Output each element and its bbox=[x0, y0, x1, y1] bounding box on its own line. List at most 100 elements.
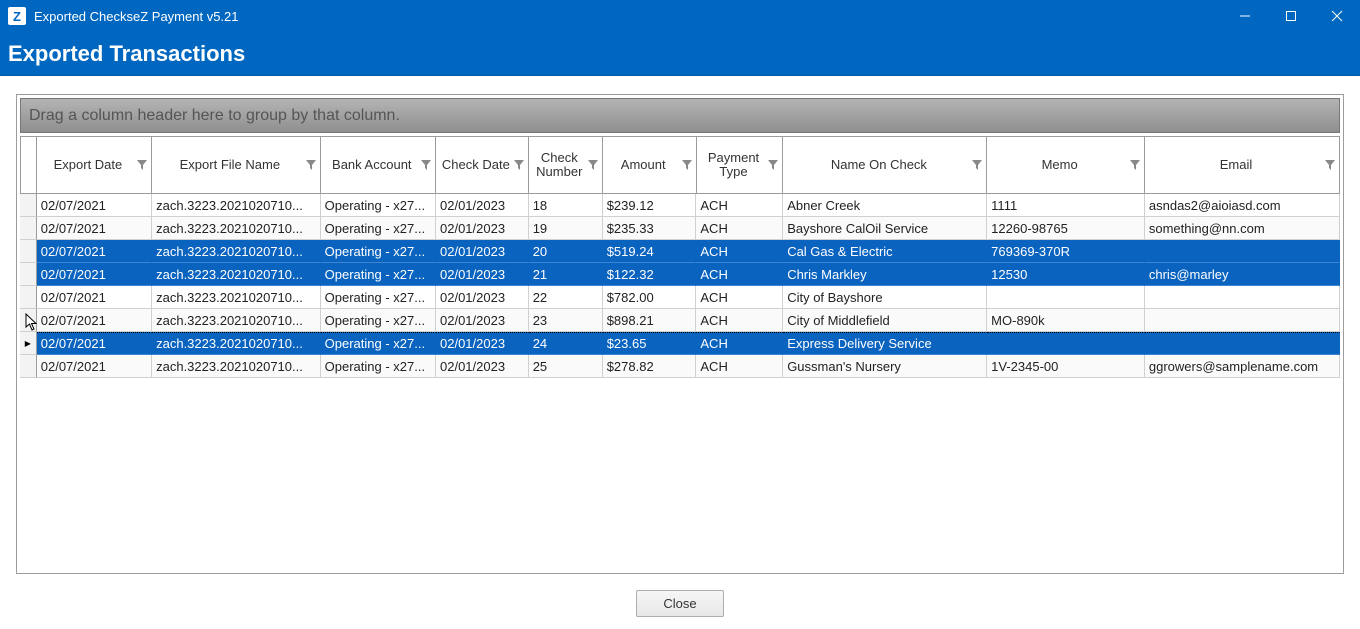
cell[interactable]: something@nn.com bbox=[1145, 217, 1340, 240]
row-indicator[interactable] bbox=[20, 309, 37, 332]
cell[interactable]: Operating - x27... bbox=[321, 240, 436, 263]
table-row[interactable]: 02/07/2021zach.3223.2021020710...Operati… bbox=[20, 194, 1340, 217]
cell[interactable]: ACH bbox=[696, 332, 783, 355]
col-email[interactable]: Email bbox=[1145, 136, 1340, 194]
cell[interactable]: City of Middlefield bbox=[783, 309, 987, 332]
cell[interactable]: 02/01/2023 bbox=[436, 240, 529, 263]
filter-icon[interactable] bbox=[971, 159, 983, 171]
cell[interactable]: $898.21 bbox=[603, 309, 697, 332]
filter-icon[interactable] bbox=[767, 159, 779, 171]
row-indicator[interactable] bbox=[20, 286, 37, 309]
cell[interactable]: 02/07/2021 bbox=[37, 194, 152, 217]
cell[interactable]: Gussman's Nursery bbox=[783, 355, 987, 378]
row-indicator[interactable] bbox=[20, 263, 37, 286]
col-check-number[interactable]: Check Number bbox=[529, 136, 603, 194]
cell[interactable]: 02/01/2023 bbox=[436, 332, 529, 355]
cell[interactable] bbox=[1145, 286, 1340, 309]
cell[interactable]: 1111 bbox=[987, 194, 1145, 217]
close-dialog-button[interactable]: Close bbox=[636, 590, 724, 617]
cell[interactable] bbox=[987, 332, 1145, 355]
cell[interactable]: asndas2@aioiasd.com bbox=[1145, 194, 1340, 217]
col-export-file-name[interactable]: Export File Name bbox=[152, 136, 320, 194]
cell[interactable] bbox=[1145, 309, 1340, 332]
cell[interactable]: $782.00 bbox=[603, 286, 697, 309]
cell[interactable]: 1V-2345-00 bbox=[987, 355, 1145, 378]
cell[interactable]: Operating - x27... bbox=[321, 263, 436, 286]
table-row[interactable]: 02/07/2021zach.3223.2021020710...Operati… bbox=[20, 309, 1340, 332]
col-export-date[interactable]: Export Date bbox=[37, 136, 152, 194]
cell[interactable]: Operating - x27... bbox=[321, 355, 436, 378]
filter-icon[interactable] bbox=[420, 159, 432, 171]
cell[interactable] bbox=[987, 286, 1145, 309]
cell[interactable]: Chris Markley bbox=[783, 263, 987, 286]
col-payment-type[interactable]: Payment Type bbox=[697, 136, 784, 194]
close-button[interactable] bbox=[1314, 0, 1360, 32]
col-bank-account[interactable]: Bank Account bbox=[321, 136, 436, 194]
cell[interactable]: 02/01/2023 bbox=[436, 286, 529, 309]
maximize-button[interactable] bbox=[1268, 0, 1314, 32]
table-row[interactable]: 02/07/2021zach.3223.2021020710...Operati… bbox=[20, 286, 1340, 309]
cell[interactable]: Operating - x27... bbox=[321, 286, 436, 309]
table-row[interactable]: 02/07/2021zach.3223.2021020710...Operati… bbox=[20, 240, 1340, 263]
cell[interactable]: $239.12 bbox=[603, 194, 697, 217]
cell[interactable]: zach.3223.2021020710... bbox=[152, 286, 321, 309]
cell[interactable]: ACH bbox=[696, 217, 783, 240]
cell[interactable]: Operating - x27... bbox=[321, 332, 436, 355]
cell[interactable]: 25 bbox=[529, 355, 603, 378]
cell[interactable]: zach.3223.2021020710... bbox=[152, 263, 321, 286]
cell[interactable]: Cal Gas & Electric bbox=[783, 240, 987, 263]
cell[interactable]: 02/07/2021 bbox=[37, 332, 152, 355]
cell[interactable]: zach.3223.2021020710... bbox=[152, 332, 321, 355]
cell[interactable]: $122.32 bbox=[603, 263, 697, 286]
cell[interactable] bbox=[1145, 240, 1340, 263]
cell[interactable]: 12260-98765 bbox=[987, 217, 1145, 240]
filter-icon[interactable] bbox=[305, 159, 317, 171]
filter-icon[interactable] bbox=[136, 159, 148, 171]
cell[interactable]: Bayshore CalOil Service bbox=[783, 217, 987, 240]
cell[interactable]: 18 bbox=[529, 194, 603, 217]
cell[interactable]: $235.33 bbox=[603, 217, 697, 240]
cell[interactable]: zach.3223.2021020710... bbox=[152, 355, 321, 378]
cell[interactable]: Operating - x27... bbox=[321, 309, 436, 332]
cell[interactable]: zach.3223.2021020710... bbox=[152, 240, 321, 263]
cell[interactable]: 02/01/2023 bbox=[436, 217, 529, 240]
cell[interactable]: zach.3223.2021020710... bbox=[152, 217, 321, 240]
cell[interactable]: Express Delivery Service bbox=[783, 332, 987, 355]
cell[interactable]: 19 bbox=[529, 217, 603, 240]
table-row[interactable]: 02/07/2021zach.3223.2021020710...Operati… bbox=[20, 332, 1340, 355]
minimize-button[interactable] bbox=[1222, 0, 1268, 32]
cell[interactable]: 22 bbox=[529, 286, 603, 309]
filter-icon[interactable] bbox=[681, 159, 693, 171]
transactions-grid[interactable]: Drag a column header here to group by th… bbox=[16, 94, 1344, 574]
cell[interactable]: Operating - x27... bbox=[321, 217, 436, 240]
col-memo[interactable]: Memo bbox=[987, 136, 1145, 194]
cell[interactable]: 02/07/2021 bbox=[37, 240, 152, 263]
cell[interactable]: ggrowers@samplename.com bbox=[1145, 355, 1340, 378]
row-indicator[interactable] bbox=[20, 332, 37, 355]
table-row[interactable]: 02/07/2021zach.3223.2021020710...Operati… bbox=[20, 263, 1340, 286]
cell[interactable]: zach.3223.2021020710... bbox=[152, 194, 321, 217]
col-name-on-check[interactable]: Name On Check bbox=[783, 136, 987, 194]
cell[interactable]: chris@marley bbox=[1145, 263, 1340, 286]
cell[interactable]: 23 bbox=[529, 309, 603, 332]
filter-icon[interactable] bbox=[1324, 159, 1336, 171]
col-amount[interactable]: Amount bbox=[603, 136, 697, 194]
filter-icon[interactable] bbox=[513, 159, 525, 171]
cell[interactable]: $519.24 bbox=[603, 240, 697, 263]
cell[interactable]: MO-890k bbox=[987, 309, 1145, 332]
cell[interactable]: 02/07/2021 bbox=[37, 309, 152, 332]
cell[interactable]: 24 bbox=[529, 332, 603, 355]
cell[interactable]: 20 bbox=[529, 240, 603, 263]
cell[interactable]: $278.82 bbox=[603, 355, 697, 378]
table-row[interactable]: 02/07/2021zach.3223.2021020710...Operati… bbox=[20, 355, 1340, 378]
cell[interactable]: ACH bbox=[696, 194, 783, 217]
cell[interactable]: 02/01/2023 bbox=[436, 194, 529, 217]
row-indicator[interactable] bbox=[20, 194, 37, 217]
cell[interactable]: ACH bbox=[696, 286, 783, 309]
cell[interactable]: 02/07/2021 bbox=[37, 263, 152, 286]
cell[interactable]: 21 bbox=[529, 263, 603, 286]
col-check-date[interactable]: Check Date bbox=[436, 136, 529, 194]
group-panel[interactable]: Drag a column header here to group by th… bbox=[20, 98, 1340, 133]
cell[interactable] bbox=[1145, 332, 1340, 355]
cell[interactable]: 02/07/2021 bbox=[37, 217, 152, 240]
